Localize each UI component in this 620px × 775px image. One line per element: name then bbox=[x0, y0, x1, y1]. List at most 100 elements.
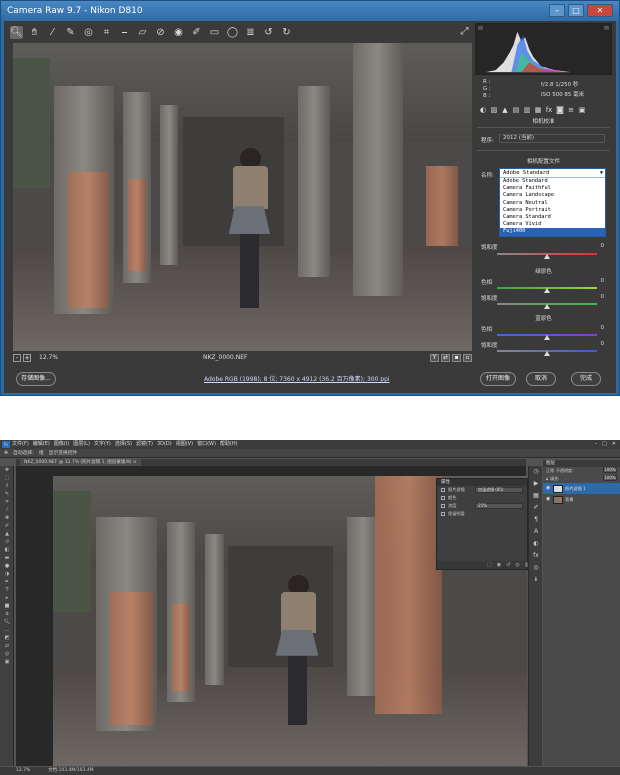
type-tool-icon[interactable]: T bbox=[0, 586, 14, 594]
quick-mask-icon[interactable]: ◎ bbox=[0, 650, 14, 658]
crop-icon[interactable]: ⌗ bbox=[100, 26, 113, 39]
zoom-level[interactable]: 12.7% bbox=[39, 353, 58, 363]
brush-tool-icon[interactable]: ✐ bbox=[0, 522, 14, 530]
properties-radio[interactable] bbox=[441, 496, 445, 500]
eye-icon[interactable]: ◉ bbox=[546, 486, 551, 491]
profile-option[interactable]: Camera Faithful bbox=[500, 185, 605, 192]
close-button[interactable]: ✕ bbox=[612, 440, 616, 449]
profile-option[interactable]: Camera Portrait bbox=[500, 207, 605, 214]
gradient-tool-icon[interactable]: ▬ bbox=[0, 554, 14, 562]
slider-value[interactable]: 0 bbox=[601, 341, 605, 347]
swatches-panel-icon[interactable]: ▦ bbox=[529, 490, 543, 502]
slider-thumb[interactable] bbox=[544, 351, 550, 356]
color-sampler-icon[interactable]: ✎ bbox=[64, 26, 77, 39]
swap-icon[interactable]: ⇄ bbox=[441, 354, 450, 362]
adjustment-brush-icon[interactable]: ✐ bbox=[190, 26, 203, 39]
hand-icon[interactable]: ✋︎ bbox=[28, 26, 41, 39]
spot-removal-icon[interactable]: ⊘ bbox=[154, 26, 167, 39]
opacity-field[interactable]: 100% bbox=[603, 467, 617, 473]
stamp-tool-icon[interactable]: ▲ bbox=[0, 530, 14, 538]
red-eye-icon[interactable]: ◉ bbox=[172, 26, 185, 39]
crop-tool-icon[interactable]: ⌗ bbox=[0, 498, 14, 506]
auto-select-label[interactable]: 自动选择: bbox=[13, 449, 34, 457]
document-tab[interactable]: NKZ_0000.NEF @ 12.7% (照片滤镜 1, 图层蒙版/8) × bbox=[20, 459, 141, 466]
properties-radio[interactable] bbox=[441, 512, 445, 516]
dodge-tool-icon[interactable]: ◑ bbox=[0, 570, 14, 578]
brush-panel-icon[interactable]: ✐ bbox=[529, 502, 543, 514]
zoom-icon[interactable]: 🔍︎ bbox=[10, 25, 23, 39]
save-image-button[interactable]: 存储图像... bbox=[16, 372, 56, 386]
eye-icon[interactable]: ◉ bbox=[546, 497, 551, 502]
basic-tab-icon[interactable]: ◐ bbox=[479, 106, 487, 114]
colors-icon[interactable]: ◩ bbox=[0, 634, 14, 642]
saturation-thumb[interactable] bbox=[544, 254, 550, 259]
profile-option[interactable]: Camera Standard bbox=[500, 214, 605, 221]
paragraph-panel-icon[interactable]: ¶ bbox=[529, 514, 543, 526]
lens-tab-icon[interactable]: ▦ bbox=[534, 106, 542, 114]
healing-tool-icon[interactable]: ✚ bbox=[0, 514, 14, 522]
properties-field[interactable]: 加温滤镜 (85) bbox=[475, 487, 523, 493]
visibility-icon[interactable]: ◎ bbox=[515, 561, 519, 569]
actions-panel-icon[interactable]: ▶ bbox=[529, 478, 543, 490]
tone-curve-tab-icon[interactable]: ▨ bbox=[490, 106, 498, 114]
menu-item[interactable]: 文件(F) bbox=[12, 440, 29, 449]
character-panel-icon[interactable]: A bbox=[529, 526, 543, 538]
menu-item[interactable]: 文字(Y) bbox=[94, 440, 111, 449]
open-image-button[interactable]: 打开图像 bbox=[480, 372, 516, 386]
graduated-filter-icon[interactable]: ▭ bbox=[208, 26, 221, 39]
properties-radio[interactable] bbox=[441, 504, 445, 508]
reset-icon[interactable]: ↺ bbox=[506, 561, 510, 569]
profile-option[interactable]: Adobe Standard bbox=[500, 178, 605, 185]
clip-to-layer-icon[interactable]: ⬚ bbox=[487, 561, 492, 569]
slider-value[interactable]: 0 bbox=[601, 294, 605, 300]
effects-tab-icon[interactable]: fx bbox=[545, 106, 553, 114]
menu-item[interactable]: 滤镜(T) bbox=[136, 440, 153, 449]
process-select[interactable]: 2012 (当前) bbox=[499, 134, 605, 143]
slider-thumb[interactable] bbox=[544, 288, 550, 293]
blend-mode[interactable]: 正常 bbox=[546, 467, 554, 475]
view-previous-icon[interactable]: ◉ bbox=[497, 561, 501, 569]
profile-current[interactable]: Adobe Standard ▼ bbox=[500, 169, 605, 178]
profile-option[interactable]: Camera Landscape bbox=[500, 192, 605, 199]
properties-field[interactable]: 25% bbox=[475, 503, 523, 509]
status-zoom[interactable]: 12.7% bbox=[16, 767, 30, 775]
marquee-tool-icon[interactable]: ⬚ bbox=[0, 474, 14, 482]
menu-item[interactable]: 窗口(W) bbox=[197, 440, 216, 449]
presets-tab-icon[interactable]: ≡ bbox=[567, 106, 575, 114]
history-panel-icon[interactable]: ◷ bbox=[529, 466, 543, 478]
menu-item[interactable]: 帮助(H) bbox=[220, 440, 238, 449]
path-select-icon[interactable]: ▸ bbox=[0, 594, 14, 602]
minimize-button[interactable]: – bbox=[595, 440, 598, 449]
more-tools-icon[interactable]: … bbox=[0, 626, 14, 634]
lock-icon[interactable]: 🔒︎ bbox=[546, 475, 548, 483]
rotate-left-icon[interactable]: ↺ bbox=[262, 26, 275, 39]
slider-value[interactable]: 0 bbox=[601, 278, 605, 284]
profile-dropdown[interactable]: Adobe Standard ▼ Adobe Standard Camera Fa… bbox=[499, 168, 606, 237]
saturation-value[interactable]: 0 bbox=[601, 243, 605, 249]
minimize-button[interactable]: – bbox=[549, 4, 565, 17]
hand-tool-icon[interactable]: ✋︎ bbox=[0, 610, 14, 618]
auto-select-target[interactable]: 组 bbox=[39, 449, 44, 457]
menu-item[interactable]: 图像(I) bbox=[54, 440, 69, 449]
eraser-tool-icon[interactable]: ◧ bbox=[0, 546, 14, 554]
target-adjust-icon[interactable]: ◎ bbox=[82, 26, 95, 39]
camera-calibration-tab-icon[interactable]: ◙ bbox=[556, 106, 564, 114]
fullscreen-toggle-icon[interactable]: ⤢ bbox=[458, 25, 471, 38]
straighten-icon[interactable]: ⎯ bbox=[118, 26, 131, 39]
zoom-out-button[interactable]: - bbox=[13, 354, 21, 362]
cancel-button[interactable]: 取消 bbox=[526, 372, 556, 386]
slider-thumb[interactable] bbox=[544, 304, 550, 309]
transform-icon[interactable]: ▱ bbox=[136, 26, 149, 39]
zoom-in-button[interactable]: + bbox=[23, 354, 31, 362]
workflow-options-link[interactable]: Adobe RGB (1998); 8 位; 7360 x 4912 (36.2… bbox=[204, 374, 390, 383]
properties-radio[interactable] bbox=[441, 488, 445, 492]
toggle-defaults-icon[interactable]: ▫ bbox=[463, 354, 472, 362]
pen-tool-icon[interactable]: ✒ bbox=[0, 578, 14, 586]
menu-item[interactable]: 选择(S) bbox=[115, 440, 132, 449]
snapshots-tab-icon[interactable]: ▣ bbox=[578, 106, 586, 114]
zoom-tool-icon[interactable]: 🔍︎ bbox=[0, 618, 14, 626]
adjustments-panel-icon[interactable]: ◐ bbox=[529, 538, 543, 550]
hsl-tab-icon[interactable]: ▤ bbox=[512, 106, 520, 114]
profile-option[interactable]: Fuji400 bbox=[500, 228, 605, 236]
slider-value[interactable]: 0 bbox=[601, 325, 605, 331]
